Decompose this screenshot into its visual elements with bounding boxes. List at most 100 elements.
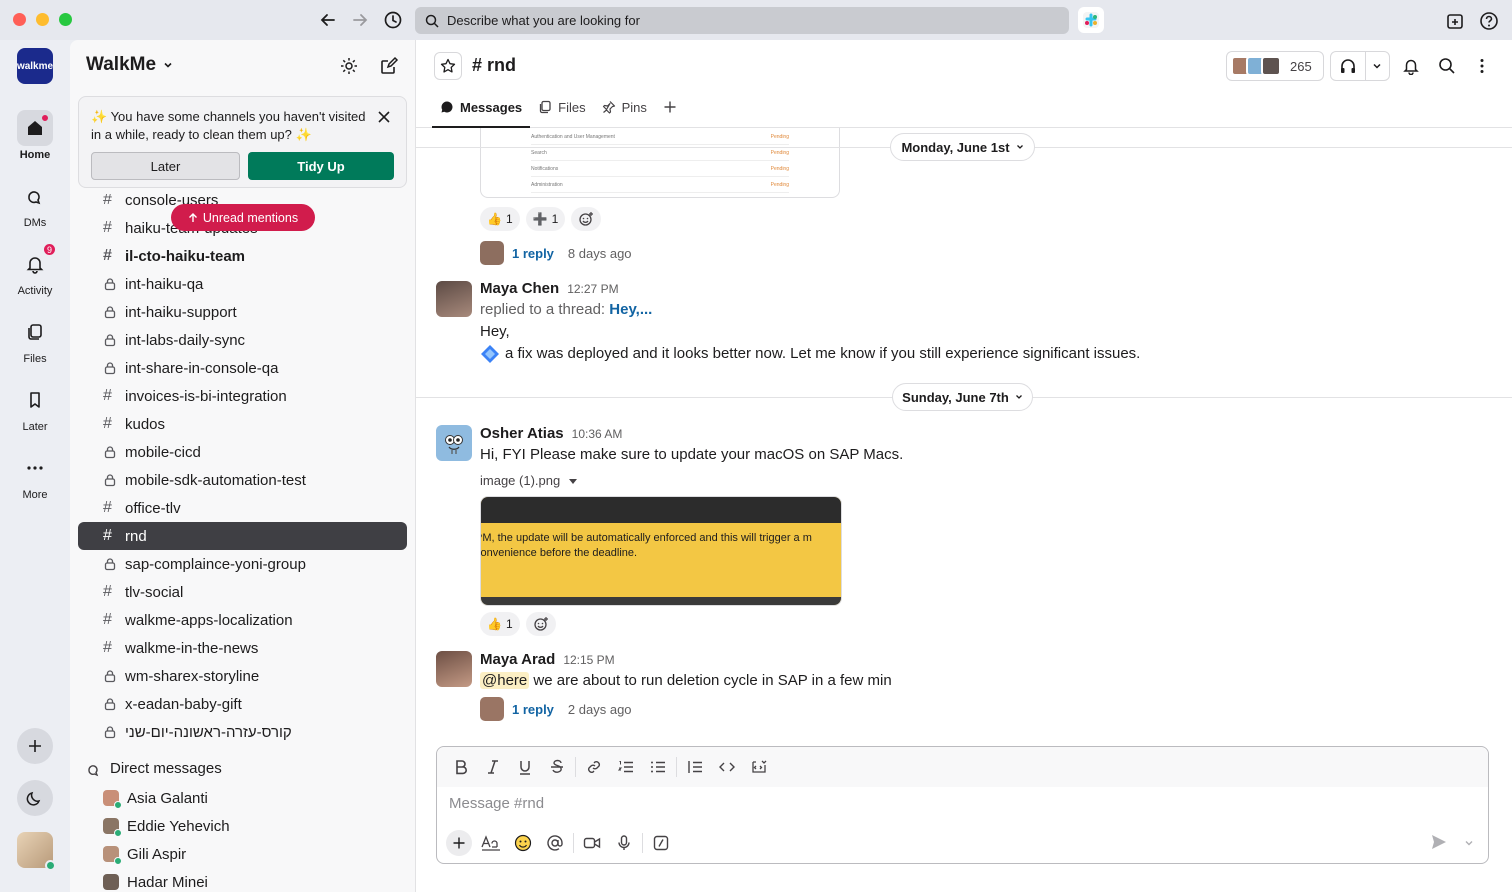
tab-pins[interactable]: Pins: [594, 96, 655, 128]
sidebar-dm-item[interactable]: Asia Galanti: [78, 784, 407, 812]
tab-messages[interactable]: Messages: [432, 96, 531, 128]
reaction-thumbs-up[interactable]: 👍 1: [480, 612, 520, 636]
add-reaction-button[interactable]: [571, 207, 602, 231]
huddle-options-button[interactable]: [1366, 52, 1389, 80]
minimize-window-button[interactable]: [36, 13, 49, 26]
author-name[interactable]: Maya Arad: [480, 651, 555, 668]
send-button[interactable]: [1430, 833, 1448, 856]
sidebar-channel-item[interactable]: # il-cto-haiku-team: [78, 242, 407, 270]
sidebar-channel-item[interactable]: mobile-sdk-automation-test: [78, 466, 407, 494]
thread-link[interactable]: Hey,...: [609, 301, 652, 318]
reply-count-link[interactable]: 1 reply: [512, 702, 554, 717]
user-avatar[interactable]: [436, 425, 472, 461]
message-time[interactable]: 12:15 PM: [563, 653, 614, 667]
reaction-thumbs-up[interactable]: 👍 1: [480, 207, 520, 231]
direct-messages-header[interactable]: Direct messages: [86, 760, 222, 777]
date-divider-button[interactable]: Sunday, June 7th: [892, 383, 1033, 411]
thread-summary[interactable]: 1 reply 8 days ago: [480, 241, 632, 265]
sidebar-channel-item[interactable]: int-labs-daily-sync: [78, 326, 407, 354]
theme-toggle-button[interactable]: [17, 780, 53, 816]
sidebar-channel-item[interactable]: # kudos: [78, 410, 407, 438]
workspace-name-button[interactable]: WalkMe: [86, 54, 174, 76]
huddle-button[interactable]: [1330, 51, 1390, 81]
user-avatar[interactable]: [436, 651, 472, 687]
mention-button[interactable]: [539, 829, 571, 857]
attachment-image[interactable]: PM, the update will be automatically enf…: [480, 496, 842, 606]
message-input[interactable]: Message #rnd: [449, 795, 544, 812]
rail-item-home[interactable]: Home: [0, 110, 70, 161]
banner-close-button[interactable]: [374, 107, 394, 127]
sidebar-channel-item[interactable]: int-share-in-console-qa: [78, 354, 407, 382]
compose-button[interactable]: [377, 54, 401, 78]
sidebar-channel-item[interactable]: x-eadan-baby-gift: [78, 690, 407, 718]
video-clip-button[interactable]: [576, 829, 608, 857]
zoom-window-button[interactable]: [59, 13, 72, 26]
search-input[interactable]: Describe what you are looking for: [415, 7, 1069, 34]
sidebar-channel-item[interactable]: sap-complaince-yoni-group: [78, 550, 407, 578]
rail-item-dms[interactable]: DMs: [0, 178, 70, 229]
add-workspace-button[interactable]: [17, 728, 53, 764]
help-button[interactable]: [1477, 9, 1501, 33]
file-name-toggle[interactable]: image (1).png: [480, 473, 578, 488]
date-divider-button[interactable]: Monday, June 1st: [890, 133, 1035, 161]
code-block-button[interactable]: [743, 753, 775, 781]
sidebar-channel-item[interactable]: # walkme-apps-localization: [78, 606, 407, 634]
sidebar-channel-item[interactable]: # office-tlv: [78, 494, 407, 522]
here-mention[interactable]: @here: [480, 672, 530, 689]
reply-count-link[interactable]: 1 reply: [512, 246, 554, 261]
message-time[interactable]: 10:36 AM: [572, 427, 623, 441]
message-time[interactable]: 12:27 PM: [567, 282, 618, 296]
emoji-button[interactable]: [507, 829, 539, 857]
workspace-logo[interactable]: walkme: [17, 48, 53, 84]
channel-title[interactable]: # rnd: [472, 55, 516, 76]
app-shortcut-icon[interactable]: [1078, 7, 1104, 33]
attachment-image[interactable]: Authentication and User Management Pendin…: [480, 128, 840, 198]
rail-item-later[interactable]: Later: [0, 382, 70, 433]
settings-button[interactable]: [337, 54, 361, 78]
sidebar-dm-item[interactable]: Gili Aspir: [78, 840, 407, 868]
history-button[interactable]: [382, 9, 404, 31]
sidebar-dm-item[interactable]: Eddie Yehevich: [78, 812, 407, 840]
link-button[interactable]: [578, 753, 610, 781]
sidebar-dm-item[interactable]: Hadar Minei: [78, 868, 407, 892]
tidy-up-button[interactable]: Tidy Up: [248, 152, 394, 180]
more-options-button[interactable]: [1469, 53, 1495, 79]
rail-item-activity[interactable]: 9 Activity: [0, 242, 70, 297]
unread-mentions-button[interactable]: Unread mentions: [171, 204, 315, 231]
sidebar-channel-item[interactable]: wm-sharex-storyline: [78, 662, 407, 690]
user-avatar[interactable]: [436, 281, 472, 317]
thread-summary[interactable]: 1 reply 2 days ago: [480, 697, 632, 721]
schedule-send-button[interactable]: [1464, 835, 1474, 853]
code-button[interactable]: [711, 753, 743, 781]
members-button[interactable]: 265: [1226, 51, 1324, 81]
ordered-list-button[interactable]: [610, 753, 642, 781]
sidebar-channel-item[interactable]: int-haiku-support: [78, 298, 407, 326]
sidebar-channel-item[interactable]: # tlv-social: [78, 578, 407, 606]
bold-button[interactable]: [445, 753, 477, 781]
italic-button[interactable]: [477, 753, 509, 781]
blockquote-button[interactable]: [679, 753, 711, 781]
forward-button[interactable]: [349, 9, 371, 31]
tab-files[interactable]: Files: [530, 96, 593, 128]
close-window-button[interactable]: [13, 13, 26, 26]
author-name[interactable]: Maya Chen: [480, 280, 559, 297]
later-button[interactable]: Later: [91, 152, 240, 180]
sidebar-channel-item[interactable]: קורס-עזרה-ראשונה-יום-שני: [78, 718, 407, 746]
bullet-list-button[interactable]: [642, 753, 674, 781]
add-tab-button[interactable]: [655, 96, 685, 128]
strikethrough-button[interactable]: [541, 753, 573, 781]
star-channel-button[interactable]: [434, 52, 462, 80]
attach-button[interactable]: [446, 830, 472, 856]
sidebar-channel-item[interactable]: # invoices-is-bi-integration: [78, 382, 407, 410]
add-reaction-button[interactable]: [525, 612, 556, 636]
audio-clip-button[interactable]: [608, 829, 640, 857]
new-window-button[interactable]: [1443, 9, 1467, 33]
sidebar-channel-item[interactable]: # rnd: [78, 522, 407, 550]
sidebar-channel-item[interactable]: mobile-cicd: [78, 438, 407, 466]
rail-item-files[interactable]: Files: [0, 314, 70, 365]
author-name[interactable]: Osher Atias: [480, 425, 564, 442]
back-button[interactable]: [317, 9, 339, 31]
profile-avatar[interactable]: [17, 832, 56, 871]
underline-button[interactable]: [509, 753, 541, 781]
notifications-button[interactable]: [1398, 53, 1424, 79]
